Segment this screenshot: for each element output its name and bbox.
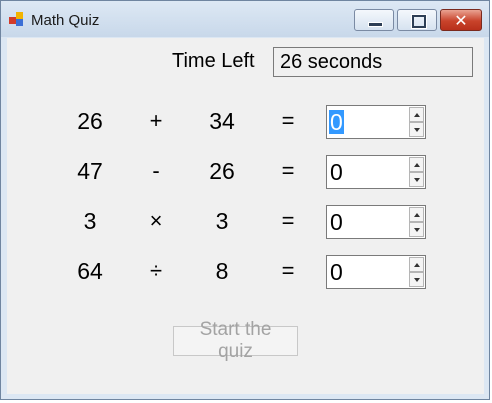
start-quiz-button[interactable]: Start the quiz (173, 319, 298, 362)
arrow-up-icon (414, 113, 420, 117)
quotient-answer-spinner[interactable]: 0 (326, 255, 426, 289)
spin-up-button[interactable] (409, 107, 424, 122)
spin-down-button[interactable] (409, 172, 424, 187)
minuend: 47 (77, 158, 103, 184)
sum-answer-value[interactable]: 0 (329, 110, 344, 134)
arrow-down-icon (414, 278, 420, 282)
times-sign: × (149, 208, 163, 233)
spin-up-button[interactable] (409, 257, 424, 272)
arrow-up-icon (414, 213, 420, 217)
dividend: 64 (77, 258, 103, 284)
product-answer-value[interactable]: 0 (329, 210, 344, 234)
multiplier: 3 (215, 208, 229, 234)
multiplicand: 3 (83, 208, 97, 234)
time-left-label: Time Left (172, 50, 255, 72)
spin-down-button[interactable] (409, 122, 424, 137)
close-icon: ✕ (454, 10, 468, 30)
arrow-down-icon (414, 178, 420, 182)
title-bar[interactable]: Math Quiz ✕ (1, 1, 489, 37)
divide-sign: ÷ (149, 258, 163, 283)
addend-left: 26 (77, 108, 103, 134)
maximize-icon (411, 14, 427, 29)
equals-sign: = (281, 258, 295, 283)
quotient-answer-value[interactable]: 0 (329, 260, 344, 284)
spin-up-button[interactable] (409, 157, 424, 172)
arrow-down-icon (414, 128, 420, 132)
close-button[interactable]: ✕ (440, 9, 482, 31)
app-icon (9, 12, 25, 26)
difference-answer-value[interactable]: 0 (329, 160, 344, 184)
spin-down-button[interactable] (409, 222, 424, 237)
spin-up-button[interactable] (409, 207, 424, 222)
equals-sign: = (281, 108, 295, 133)
difference-answer-spinner[interactable]: 0 (326, 155, 426, 189)
minimize-icon (368, 22, 383, 27)
minimize-button[interactable] (354, 9, 394, 31)
arrow-up-icon (414, 163, 420, 167)
product-answer-spinner[interactable]: 0 (326, 205, 426, 239)
maximize-button[interactable] (397, 9, 437, 31)
divisor: 8 (215, 258, 229, 284)
minus-sign: - (152, 158, 160, 183)
subtrahend: 26 (209, 158, 235, 184)
spin-down-button[interactable] (409, 272, 424, 287)
addend-right: 34 (209, 108, 235, 134)
time-left-display: 26 seconds (273, 47, 473, 77)
equals-sign: = (281, 158, 295, 183)
equals-sign: = (281, 208, 295, 233)
arrow-down-icon (414, 228, 420, 232)
sum-answer-spinner[interactable]: 0 (326, 105, 426, 139)
arrow-up-icon (414, 263, 420, 267)
window-title: Math Quiz (31, 12, 100, 29)
plus-sign: + (149, 108, 163, 133)
